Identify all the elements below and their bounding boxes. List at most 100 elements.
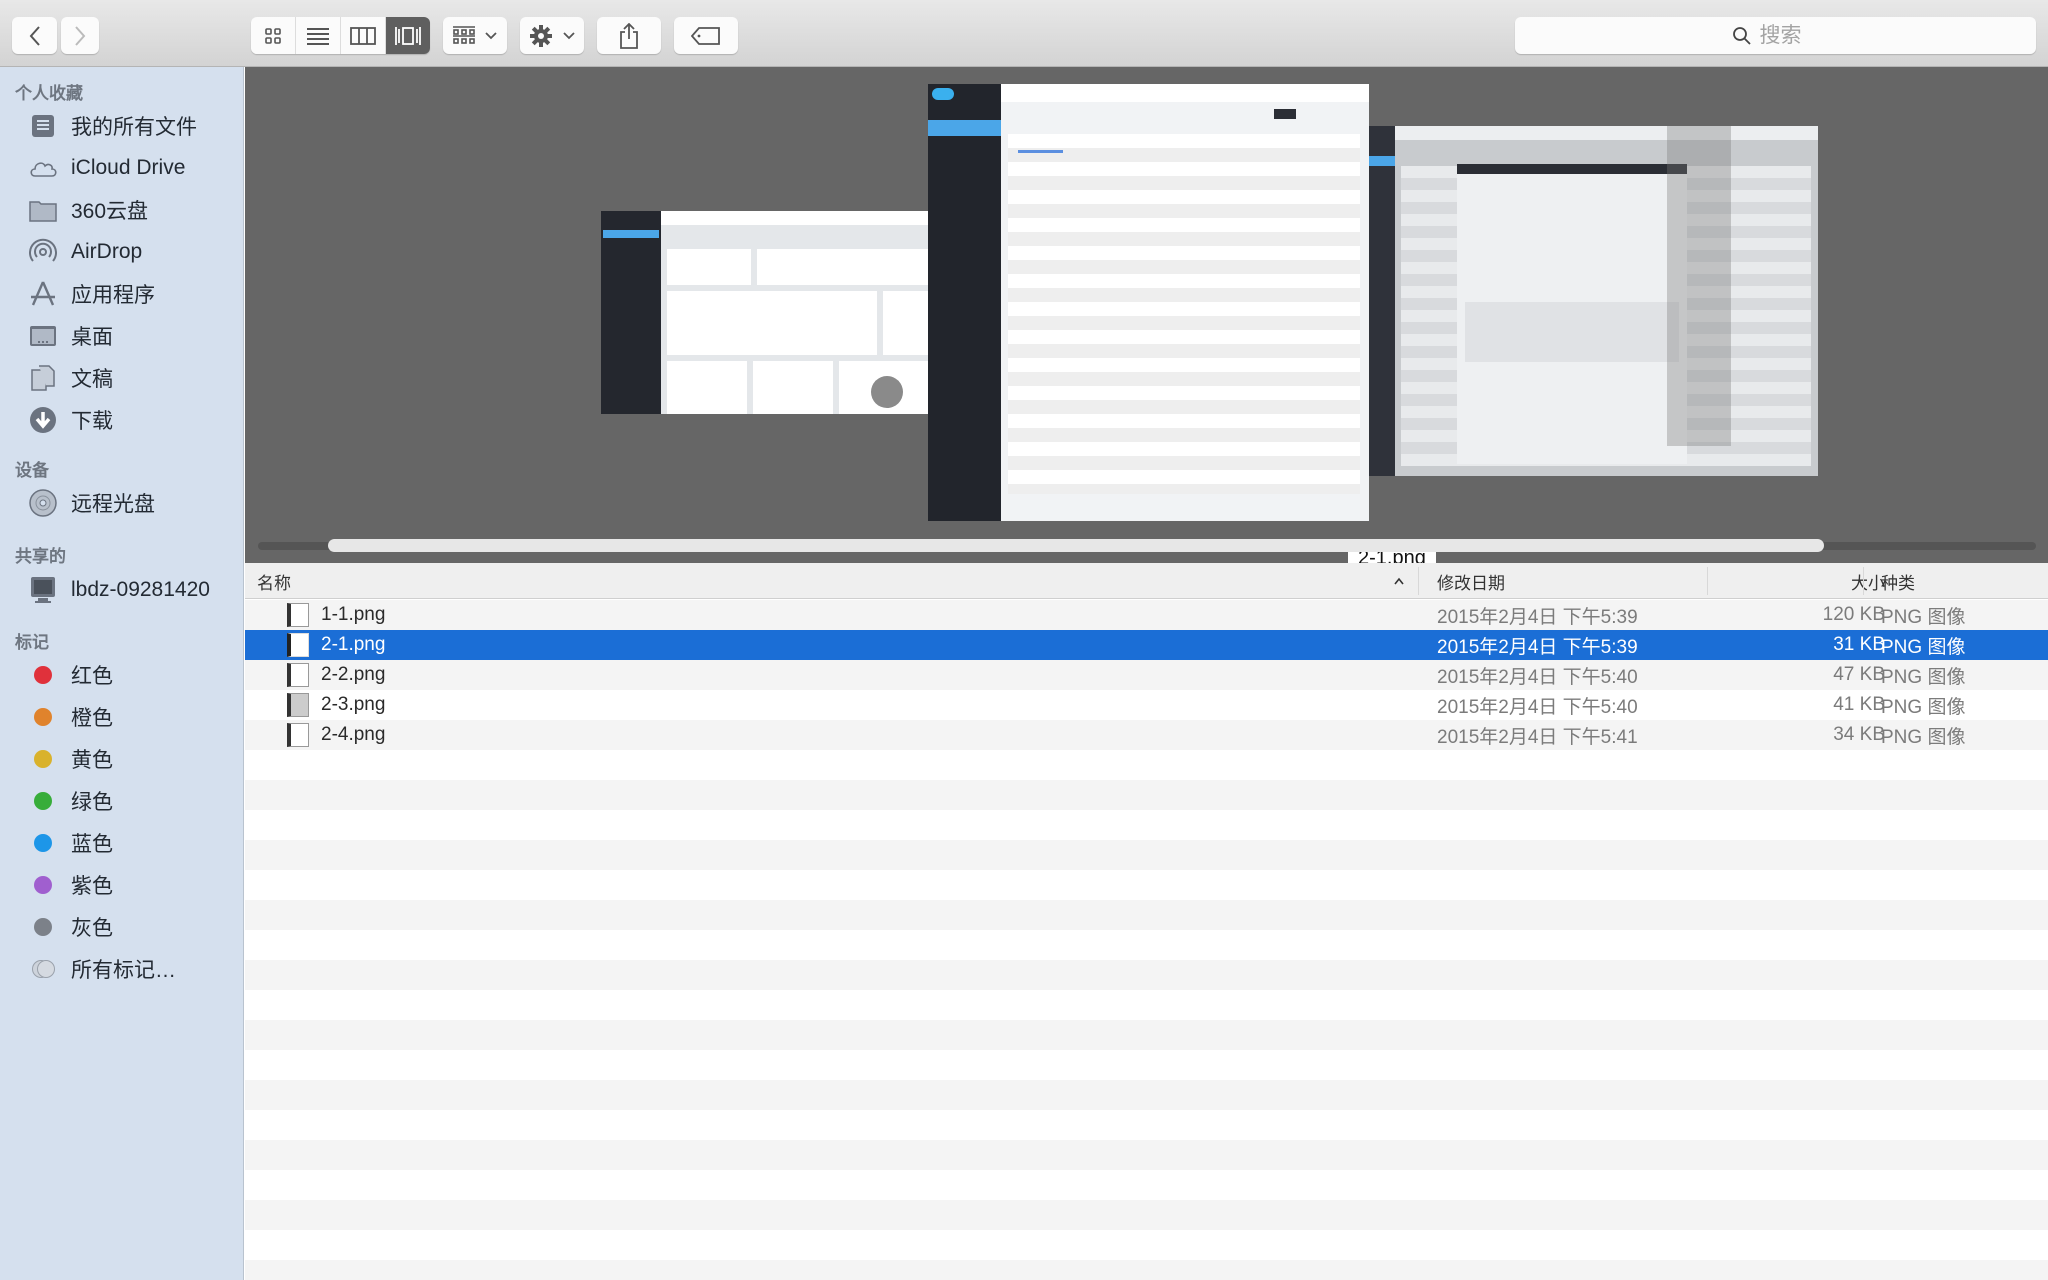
sort-ascending-icon[interactable] (1393, 563, 1405, 599)
all-tags-icon (28, 959, 58, 979)
sidebar-section-shared: 共享的 (15, 547, 66, 566)
sidebar-section-tags: 标记 (15, 633, 49, 652)
documents-icon (28, 363, 58, 393)
file-row[interactable]: 2-4.png 2015年2月4日 下午5:41 34 KB PNG 图像 (245, 720, 2048, 750)
file-kind: PNG 图像 (1881, 636, 1966, 658)
chevron-down-icon (485, 31, 497, 39)
sidebar-item-shared-computer[interactable]: lbdz-09281420 (28, 572, 210, 608)
cover-flow-image-2-1[interactable] (928, 84, 1369, 521)
applications-icon (28, 279, 58, 309)
file-date: 2015年2月4日 下午5:41 (1437, 726, 1638, 748)
file-size: 47 KB (1833, 664, 1885, 685)
toolbar (0, 0, 2048, 67)
sidebar-item-label: 红色 (71, 665, 113, 688)
share-button[interactable] (597, 17, 661, 54)
file-name: 2-4.png (321, 724, 386, 745)
sidebar-item-desktop[interactable]: 桌面 (28, 318, 113, 354)
sidebar-item-downloads[interactable]: 下载 (28, 402, 113, 438)
sidebar-tag-blue[interactable]: 蓝色 (28, 825, 113, 861)
file-row-selected[interactable]: 2-1.png 2015年2月4日 下午5:39 31 KB PNG 图像 (245, 630, 2048, 660)
file-size: 34 KB (1833, 724, 1885, 745)
sidebar-item-label: 桌面 (71, 326, 113, 349)
cover-flow-image-1-1[interactable] (601, 211, 941, 414)
sidebar-tag-green[interactable]: 绿色 (28, 783, 113, 819)
file-kind: PNG 图像 (1881, 726, 1966, 748)
sidebar-item-applications[interactable]: 应用程序 (28, 276, 155, 312)
column-header-size[interactable]: 大小 (1707, 563, 1885, 599)
forward-button[interactable] (61, 17, 99, 54)
sidebar-item-remote-disc[interactable]: 远程光盘 (28, 485, 155, 521)
sidebar-item-360-cloud[interactable]: 360云盘 (28, 192, 148, 228)
sidebar-item-label: 紫色 (71, 875, 113, 898)
file-date: 2015年2月4日 下午5:39 (1437, 636, 1638, 658)
column-header-size-label: 大小 (1851, 573, 1885, 593)
sidebar-tag-yellow[interactable]: 黄色 (28, 741, 113, 777)
cover-flow-icon (395, 26, 421, 45)
empty-rows (245, 750, 2048, 1280)
sidebar-item-airdrop[interactable]: AirDrop (28, 234, 142, 270)
column-divider[interactable] (1863, 567, 1864, 595)
tag-icon (691, 26, 720, 45)
search-input[interactable] (1759, 23, 1820, 48)
search-field[interactable] (1515, 17, 2036, 54)
disc-icon (28, 488, 58, 518)
sidebar-tag-red[interactable]: 红色 (28, 657, 113, 693)
search-icon (1732, 26, 1751, 45)
sidebar-section-devices: 设备 (15, 461, 49, 480)
sidebar-tag-orange[interactable]: 橙色 (28, 699, 113, 735)
cover-flow-image-2-2[interactable] (1365, 126, 1818, 476)
chevron-down-icon (563, 31, 575, 39)
sidebar-item-label: 绿色 (71, 791, 113, 814)
column-header-name[interactable]: 名称 (257, 563, 291, 599)
column-header-kind[interactable]: 种类 (1881, 563, 1915, 599)
sidebar-item-all-my-files[interactable]: 我的所有文件 (28, 108, 197, 144)
cover-flow-scrollbar-thumb[interactable] (328, 539, 1824, 552)
file-date: 2015年2月4日 下午5:39 (1437, 606, 1638, 628)
column-view-button[interactable] (341, 17, 386, 54)
gray-tag-icon (34, 918, 52, 936)
sidebar-item-label: 下载 (71, 410, 113, 433)
grid-icon (265, 27, 281, 44)
sidebar-section-favorites: 个人收藏 (15, 84, 83, 103)
airdrop-icon (28, 237, 58, 267)
sidebar-item-label: 灰色 (71, 917, 113, 940)
view-mode-control (251, 17, 430, 54)
desktop-icon (28, 321, 58, 351)
sidebar-item-documents[interactable]: 文稿 (28, 360, 113, 396)
file-row[interactable]: 1-1.png 2015年2月4日 下午5:39 120 KB PNG 图像 (245, 600, 2048, 630)
download-icon (28, 405, 58, 435)
png-file-icon (287, 723, 309, 747)
sidebar: 个人收藏 我的所有文件 iCloud Drive 360云盘 AirDrop 应… (0, 67, 244, 1280)
column-divider[interactable] (1418, 567, 1419, 595)
column-header-kind-label: 种类 (1881, 573, 1915, 593)
sidebar-item-icloud-drive[interactable]: iCloud Drive (28, 150, 185, 186)
columns-icon (350, 26, 376, 45)
folder-icon (28, 195, 58, 225)
green-tag-icon (34, 792, 52, 810)
sidebar-item-label: 远程光盘 (71, 493, 155, 516)
back-button[interactable] (12, 17, 57, 54)
tag-button[interactable] (674, 17, 738, 54)
list-view-button[interactable] (296, 17, 341, 54)
arrange-button[interactable] (443, 17, 507, 54)
blue-tag-icon (34, 834, 52, 852)
sidebar-item-label: AirDrop (71, 240, 143, 263)
sidebar-item-label: 橙色 (71, 707, 113, 730)
file-row[interactable]: 2-3.png 2015年2月4日 下午5:40 41 KB PNG 图像 (245, 690, 2048, 720)
column-header-date[interactable]: 修改日期 (1437, 563, 1505, 599)
sidebar-tag-purple[interactable]: 紫色 (28, 867, 113, 903)
sidebar-item-label: 360云盘 (71, 200, 149, 223)
cover-flow-view-button[interactable] (386, 17, 430, 54)
cloud-icon (28, 153, 58, 183)
sidebar-item-label: 黄色 (71, 749, 113, 772)
sidebar-tag-gray[interactable]: 灰色 (28, 909, 113, 945)
action-button[interactable] (520, 17, 584, 54)
png-file-icon (287, 663, 309, 687)
file-row[interactable]: 2-2.png 2015年2月4日 下午5:40 47 KB PNG 图像 (245, 660, 2048, 690)
file-name: 2-3.png (321, 694, 386, 715)
sidebar-item-label: 蓝色 (71, 833, 113, 856)
icon-view-button[interactable] (251, 17, 296, 54)
sidebar-tag-all[interactable]: 所有标记… (28, 951, 176, 987)
file-size: 31 KB (1833, 634, 1885, 655)
arrange-grid-icon (453, 25, 475, 44)
